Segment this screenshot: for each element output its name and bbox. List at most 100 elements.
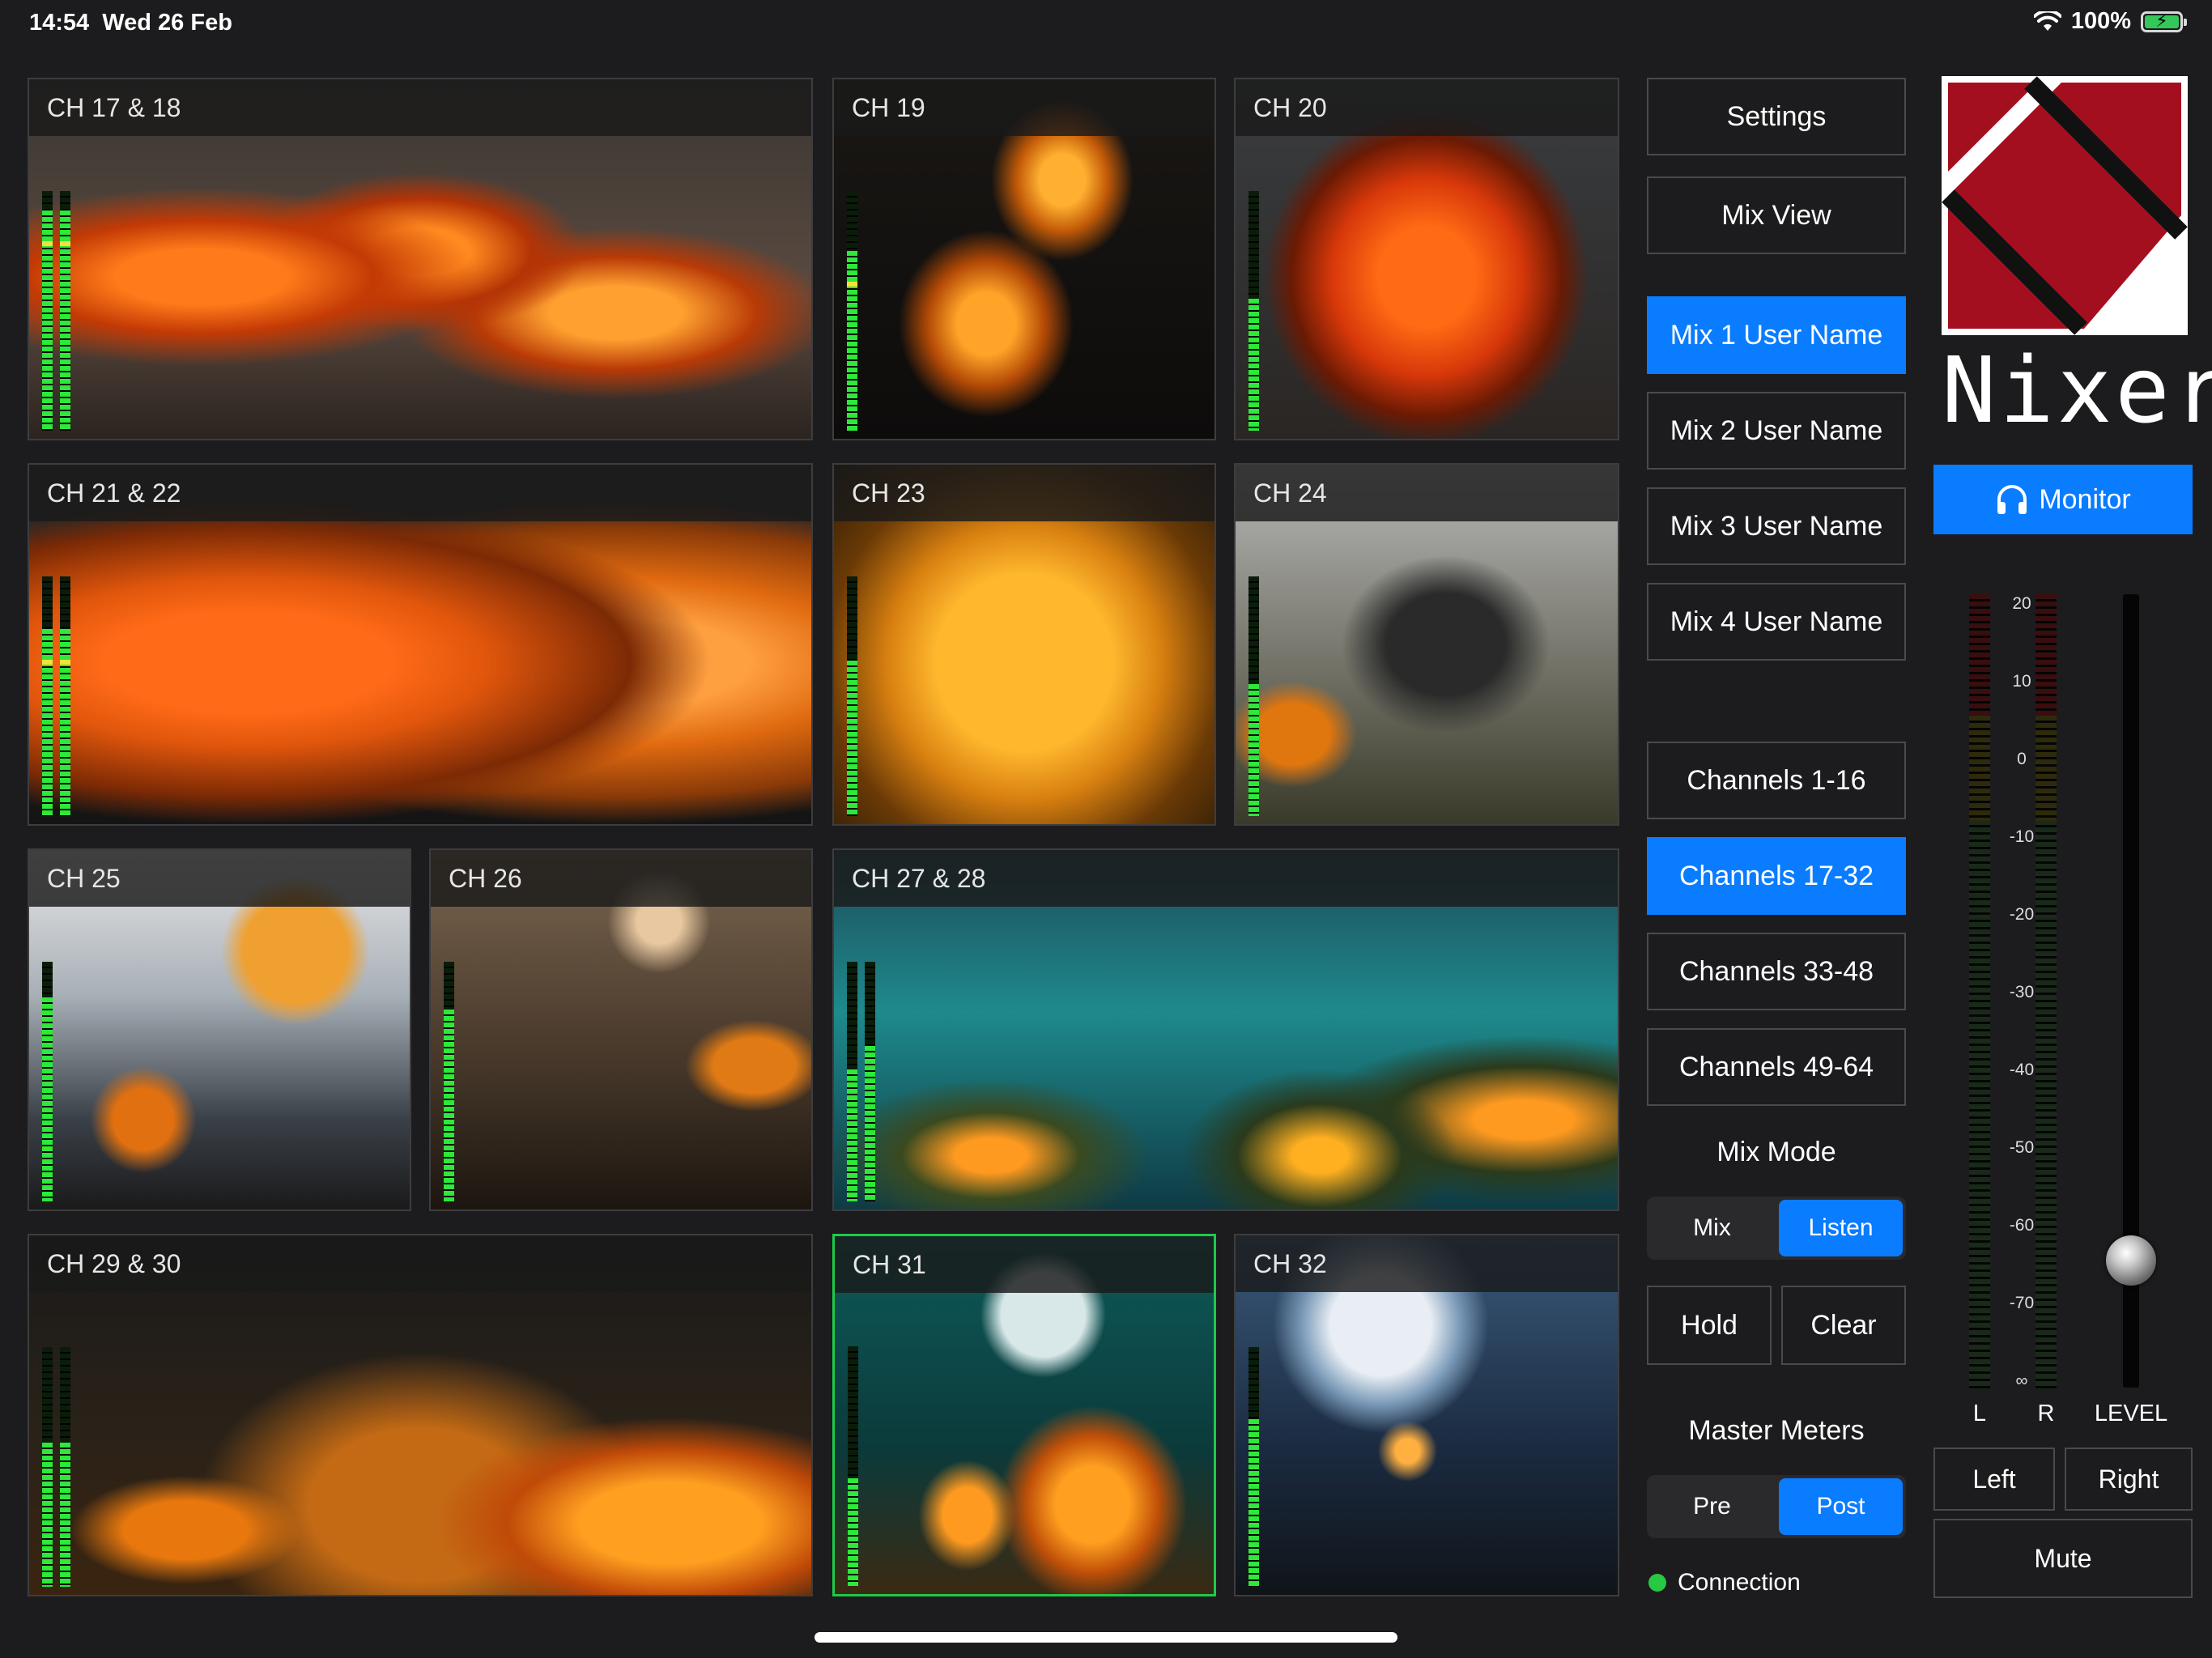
battery-icon: ⚡	[2141, 10, 2187, 32]
scale-tick-label: -40	[2009, 1061, 2035, 1079]
scale-tick-label: -70	[2009, 1294, 2035, 1312]
home-indicator[interactable]	[815, 1632, 1397, 1643]
meter-r-label: R	[2037, 1401, 2055, 1426]
scale-tick-label: 10	[2012, 672, 2031, 691]
channel-tile[interactable]: CH 19	[832, 78, 1216, 440]
left-button[interactable]: Left	[1933, 1448, 2055, 1511]
channel-tile[interactable]: CH 25	[28, 848, 411, 1211]
clock: 14:54	[29, 10, 90, 36]
settings-button[interactable]: Settings	[1647, 78, 1906, 155]
channel-label: CH 23	[834, 465, 1214, 521]
channel-label: CH 26	[431, 850, 811, 907]
wifi-icon	[2033, 11, 2061, 31]
channel-tile[interactable]: CH 23	[832, 463, 1216, 826]
right-button[interactable]: Right	[2065, 1448, 2193, 1511]
monitor-button[interactable]: Monitor	[1933, 465, 2193, 534]
channel-tile[interactable]: CH 29 & 30	[28, 1234, 813, 1596]
channel-meter	[847, 962, 857, 1201]
battery-percent: 100%	[2070, 8, 2131, 34]
mix-mode-listen[interactable]: Listen	[1779, 1200, 1903, 1256]
channel-meter-peak	[42, 660, 53, 665]
channel-meter-fill	[1249, 684, 1259, 816]
channel-meter-fill	[60, 1443, 70, 1587]
monitor-label: Monitor	[2039, 483, 2131, 515]
channel-label: CH 32	[1236, 1235, 1618, 1292]
channel-meter	[1249, 1347, 1259, 1587]
channel-meter	[847, 576, 857, 816]
mix-view-button[interactable]: Mix View	[1647, 176, 1906, 254]
channel-tile[interactable]: CH 20	[1234, 78, 1619, 440]
scale-tick-label: ∞	[2015, 1371, 2028, 1390]
channels-1-16-button[interactable]: Channels 1-16	[1647, 742, 1906, 819]
scale-tick-label: 0	[2017, 750, 2027, 768]
clear-button[interactable]: Clear	[1781, 1286, 1906, 1365]
status-indicators: 100% ⚡	[2033, 8, 2187, 35]
channel-tile[interactable]: CH 26	[429, 848, 813, 1211]
mix-mode-label: Mix Mode	[1716, 1137, 1836, 1167]
channel-label: CH 27 & 28	[834, 850, 1618, 907]
channel-meter	[444, 962, 454, 1201]
channels-17-32-button[interactable]: Channels 17-32	[1647, 837, 1906, 915]
channels-49-64-button[interactable]: Channels 49-64	[1647, 1028, 1906, 1106]
channel-meter-fill	[42, 997, 53, 1201]
nixer-logo-icon	[1942, 76, 2188, 335]
mix-3-button[interactable]: Mix 3 User Name	[1647, 487, 1906, 565]
master-meter-left	[1969, 594, 1990, 1389]
channel-meter-fill	[444, 1010, 454, 1201]
channel-label: CH 24	[1236, 465, 1618, 521]
channel-label: CH 20	[1236, 79, 1618, 136]
channel-meter-fill	[42, 1443, 53, 1587]
channel-label: CH 25	[29, 850, 410, 907]
channel-meter-fill	[865, 1046, 875, 1201]
channel-tile[interactable]: CH 21 & 22	[28, 463, 813, 826]
channel-meter	[42, 576, 53, 816]
channel-meter	[60, 576, 70, 816]
channel-meter	[847, 191, 857, 431]
channel-tile[interactable]: CH 32	[1234, 1234, 1619, 1596]
channel-meter-fill	[42, 629, 53, 816]
channel-meter-fill	[848, 1478, 858, 1586]
channel-tile[interactable]: CH 24	[1234, 463, 1619, 826]
status-time: 14:54 Wed 26 Feb	[29, 10, 232, 36]
channel-label: CH 21 & 22	[29, 465, 811, 521]
level-label: LEVEL	[2094, 1401, 2168, 1426]
channel-tile[interactable]: CH 27 & 28	[832, 848, 1619, 1211]
hold-button[interactable]: Hold	[1647, 1286, 1772, 1365]
channel-meter	[1249, 576, 1259, 816]
channel-meter	[60, 191, 70, 431]
scale-tick-label: -50	[2009, 1138, 2035, 1157]
channels-33-48-button[interactable]: Channels 33-48	[1647, 933, 1906, 1010]
channel-meter-fill	[847, 1069, 857, 1201]
channel-meter	[1249, 191, 1259, 431]
channel-label: CH 29 & 30	[29, 1235, 811, 1292]
channel-meter	[42, 191, 53, 431]
channel-meter	[60, 1347, 70, 1587]
level-fader-knob[interactable]	[2106, 1235, 2156, 1286]
master-meters-post[interactable]: Post	[1779, 1478, 1903, 1535]
mix-1-button[interactable]: Mix 1 User Name	[1647, 296, 1906, 374]
connection-label: Connection	[1678, 1569, 1801, 1596]
mix-mode-segmented-control: Mix Listen	[1647, 1197, 1906, 1260]
brand-name: Nixer	[1942, 338, 2212, 444]
connection-status: Connection	[1648, 1569, 1801, 1596]
channel-tile[interactable]: CH 31	[832, 1234, 1216, 1596]
master-meters-pre[interactable]: Pre	[1650, 1478, 1774, 1535]
scale-tick-label: -30	[2009, 983, 2035, 1001]
mix-2-button[interactable]: Mix 2 User Name	[1647, 392, 1906, 470]
mix-4-button[interactable]: Mix 4 User Name	[1647, 583, 1906, 661]
mix-mode-mix[interactable]: Mix	[1650, 1200, 1774, 1256]
master-meters-label: Master Meters	[1688, 1415, 1865, 1446]
charging-bolt-icon: ⚡	[2155, 10, 2168, 31]
meter-clip-zone	[1969, 594, 1990, 716]
mute-button[interactable]: Mute	[1933, 1519, 2193, 1598]
channel-tile[interactable]: CH 17 & 18	[28, 78, 813, 440]
scale-tick-label: -20	[2009, 905, 2035, 924]
channel-meter-fill	[847, 661, 857, 816]
channel-meter	[42, 1347, 53, 1587]
date: Wed 26 Feb	[102, 10, 232, 36]
master-meters-segmented-control: Pre Post	[1647, 1475, 1906, 1538]
channel-meter-fill	[1249, 1419, 1259, 1587]
channel-meter-peak	[60, 660, 70, 665]
scale-tick-label: 20	[2012, 594, 2031, 613]
channel-meter-peak	[60, 241, 70, 246]
